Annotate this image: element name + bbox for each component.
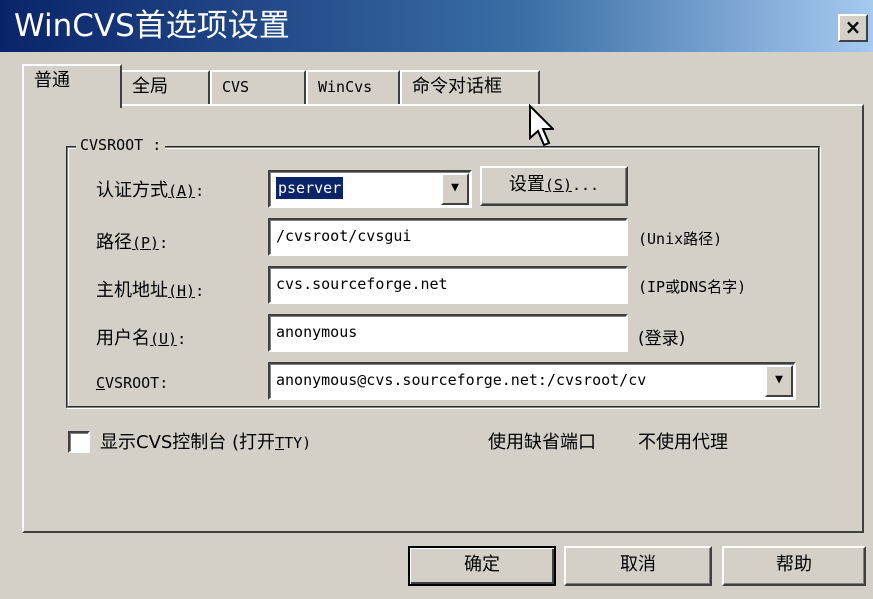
close-icon: × bbox=[844, 15, 862, 39]
username-input[interactable]: anonymous bbox=[268, 314, 628, 352]
show-console-label: 显示CVS控制台 (打开TTY) bbox=[100, 428, 311, 454]
path-hint-text: (Unix路径) bbox=[638, 230, 723, 248]
username-hint: (登录) bbox=[638, 329, 686, 349]
host-hint: (IP或DNS名字) bbox=[638, 276, 746, 297]
tab-label: WinCvs bbox=[318, 78, 373, 96]
auth-method-label: 认证方式(A): bbox=[96, 176, 204, 202]
help-button[interactable]: 帮助 bbox=[722, 546, 866, 586]
settings-button-ellipsis: ... bbox=[572, 176, 600, 194]
cvsroot-value: anonymous@cvs.sourceforge.net:/cvsroot/c… bbox=[276, 371, 647, 389]
user-label-colon: : bbox=[177, 330, 187, 348]
tab-label: 普通 bbox=[34, 70, 70, 91]
ok-button[interactable]: 确定 bbox=[408, 546, 556, 586]
host-label-text: 主机地址 bbox=[96, 280, 168, 301]
window-title: WinCVS首选项设置 bbox=[14, 8, 290, 44]
path-label-colon: : bbox=[159, 234, 169, 252]
tab-label: CVS bbox=[222, 78, 250, 96]
auth-settings-button[interactable]: 设置(S)... bbox=[480, 166, 628, 206]
host-hint-text: (IP或DNS名字) bbox=[638, 278, 747, 296]
ok-button-label: 确定 bbox=[464, 554, 500, 575]
cancel-button[interactable]: 取消 bbox=[564, 546, 712, 586]
settings-button-text: 设置 bbox=[508, 174, 545, 195]
host-label-colon: : bbox=[195, 282, 205, 300]
mouse-pointer-icon bbox=[528, 103, 556, 153]
console-label-text: 显示CVS控制台 (打开 bbox=[100, 432, 276, 453]
path-hint: (Unix路径) bbox=[638, 228, 722, 249]
auth-method-value: pserver bbox=[276, 177, 344, 199]
title-bar: WinCVS首选项设置 × bbox=[0, 0, 873, 52]
auth-label-text: 认证方式 bbox=[96, 180, 168, 201]
tab-general[interactable]: 普通 bbox=[22, 64, 122, 108]
chevron-down-icon[interactable]: ▼ bbox=[441, 173, 469, 205]
auth-label-colon: : bbox=[195, 182, 205, 200]
cvsroot-label-text: VSROOT: bbox=[105, 374, 169, 392]
close-button[interactable]: × bbox=[838, 14, 868, 42]
default-port-text: 使用缺省端口 bbox=[488, 432, 596, 453]
chevron-down-icon[interactable]: ▼ bbox=[765, 365, 793, 397]
show-console-checkbox[interactable] bbox=[68, 431, 90, 453]
no-proxy-text: 不使用代理 bbox=[638, 432, 728, 453]
host-label-accel: (H) bbox=[168, 282, 196, 300]
settings-button-accel: (S) bbox=[544, 176, 572, 194]
path-label-accel: (P) bbox=[132, 234, 160, 252]
cvsroot-label: CVSROOT: bbox=[96, 372, 168, 393]
tab-label: 命令对话框 bbox=[412, 76, 502, 97]
auth-method-select[interactable]: pserver ▼ bbox=[268, 170, 472, 208]
host-input[interactable]: cvs.sourceforge.net bbox=[268, 266, 628, 304]
cancel-button-label: 取消 bbox=[620, 554, 656, 575]
username-label: 用户名(U): bbox=[96, 324, 186, 350]
user-label-text: 用户名 bbox=[96, 328, 150, 349]
path-label-text: 路径 bbox=[96, 232, 132, 253]
console-label-tail: TY) bbox=[284, 434, 312, 452]
help-button-label: 帮助 bbox=[776, 554, 812, 575]
cvsroot-label-accel: C bbox=[96, 374, 106, 392]
tab-wincvs[interactable]: WinCvs bbox=[306, 70, 400, 104]
host-label: 主机地址(H): bbox=[96, 276, 204, 302]
auth-label-accel: (A) bbox=[168, 182, 196, 200]
tab-label: 全局 bbox=[132, 76, 168, 97]
tab-global[interactable]: 全局 bbox=[120, 70, 210, 104]
cvsroot-group-title: CVSROOT : bbox=[76, 136, 166, 154]
tab-command-dialog[interactable]: 命令对话框 bbox=[400, 70, 540, 104]
path-input[interactable]: /cvsroot/cvsgui bbox=[268, 218, 628, 256]
tab-cvs[interactable]: CVS bbox=[210, 70, 306, 104]
path-label: 路径(P): bbox=[96, 228, 168, 254]
user-label-accel: (U) bbox=[150, 330, 178, 348]
cvsroot-combo[interactable]: anonymous@cvs.sourceforge.net:/cvsroot/c… bbox=[268, 362, 796, 400]
console-label-accel: T bbox=[275, 434, 285, 452]
